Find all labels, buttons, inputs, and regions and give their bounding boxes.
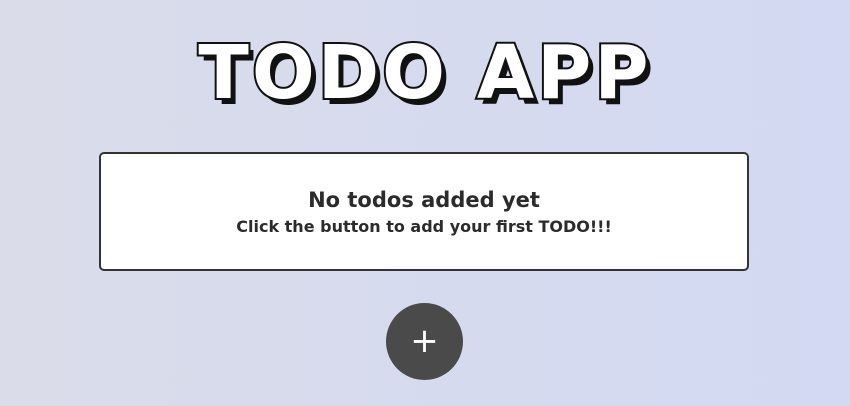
empty-state-card: No todos added yet Click the button to a… xyxy=(99,152,749,271)
empty-state-subtext: Click the button to add your first TODO!… xyxy=(236,217,612,236)
add-todo-button[interactable]: + xyxy=(386,303,463,380)
empty-state-heading: No todos added yet xyxy=(308,188,540,212)
app-title: TODO APP xyxy=(196,28,652,118)
plus-icon: + xyxy=(410,321,439,361)
